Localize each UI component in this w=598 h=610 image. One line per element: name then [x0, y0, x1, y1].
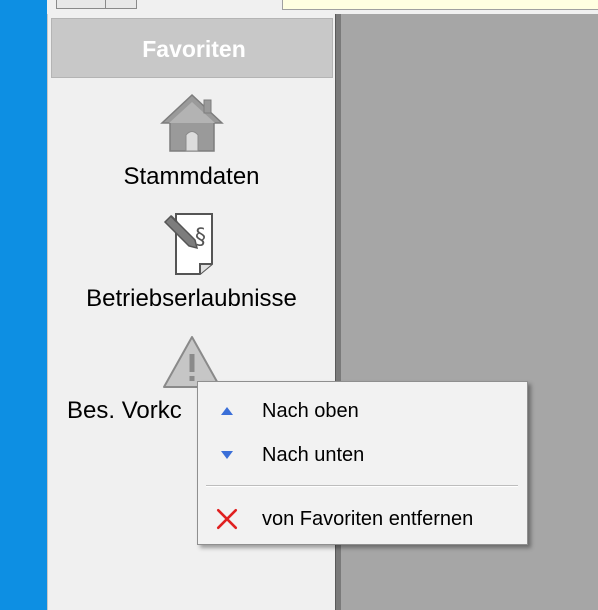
screen: Favoriten Stammdaten § Betriebserlaubnis… — [0, 0, 598, 610]
top-toolbar — [47, 0, 598, 12]
favorites-context-menu: Nach oben Nach unten von Favoriten entfe… — [197, 381, 528, 545]
favorite-item-stammdaten[interactable]: Stammdaten — [48, 92, 335, 191]
menu-item-move-down[interactable]: Nach unten — [198, 434, 527, 476]
menu-item-label: von Favoriten entfernen — [262, 508, 474, 530]
favorite-label: Betriebserlaubnisse — [86, 285, 297, 312]
favorite-label: Stammdaten — [123, 163, 260, 190]
toolbar-button[interactable] — [56, 0, 106, 9]
menu-item-label: Nach oben — [262, 400, 359, 422]
menu-item-label: Nach unten — [262, 444, 365, 466]
menu-item-move-up[interactable]: Nach oben — [198, 390, 527, 432]
menu-item-remove-favorite[interactable]: von Favoriten entfernen — [198, 498, 527, 540]
red-x-icon — [216, 498, 238, 540]
menu-separator — [206, 485, 518, 487]
house-icon — [48, 92, 335, 159]
toolbar-button[interactable] — [105, 0, 137, 9]
favorite-item-betriebserlaubnisse[interactable]: § Betriebserlaubnisse — [48, 210, 335, 313]
favorites-header[interactable]: Favoriten — [51, 18, 333, 78]
info-bar — [282, 0, 598, 10]
document-pen-icon: § — [48, 210, 335, 281]
triangle-down-icon — [216, 434, 238, 476]
desktop-background — [0, 0, 47, 610]
triangle-up-icon — [216, 390, 238, 432]
